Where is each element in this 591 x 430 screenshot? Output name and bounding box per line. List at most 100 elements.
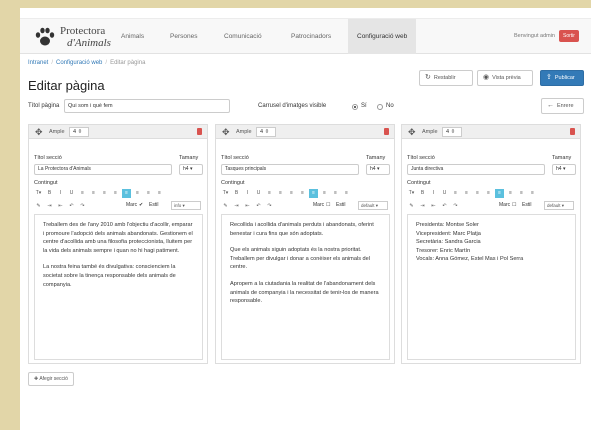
toolbar-button[interactable]: ≡ [528,189,537,198]
logout-button[interactable]: Sortir [559,30,579,42]
toolbar-button[interactable]: ⇤ [429,202,438,211]
toolbar-button[interactable]: B [418,189,427,198]
toolbar-button[interactable]: ≡ [265,189,274,198]
toolbar-button[interactable]: B [45,189,54,198]
content-editor[interactable]: Treballem des de l'any 2010 amb l'object… [34,214,203,360]
size-select[interactable]: h4 ▾ [552,164,576,175]
toolbar-button[interactable]: ≡ [287,189,296,198]
toolbar-button[interactable]: ≡ [462,189,471,198]
eye-icon: ◉ [483,74,490,81]
add-section-button[interactable]: ✚ Afegir secció [28,372,74,386]
toolbar-button[interactable]: ⇤ [243,202,252,211]
toolbar-button[interactable]: ⇥ [232,202,241,211]
toolbar-button[interactable]: ≡ [155,189,164,198]
restore-button[interactable]: ↻ Restablir [419,70,473,86]
toolbar-button[interactable]: T▾ [34,189,43,198]
carousel-yes-radio[interactable] [352,104,358,110]
publish-button[interactable]: ⇪ Publicar [540,70,584,86]
toolbar-button[interactable]: I [429,189,438,198]
toolbar-button[interactable]: ≡ [484,189,493,198]
carousel-no-radio[interactable] [377,104,383,110]
content-editor[interactable]: Recollida i acollida d'animals perduts i… [221,214,390,360]
toolbar-button[interactable]: ≡ [517,189,526,198]
toolbar-button[interactable]: ≡ [100,189,109,198]
toolbar-button[interactable]: ≡ [506,189,515,198]
nav-item-persones[interactable]: Persones [161,19,206,54]
toolbar-button[interactable]: ≡ [495,189,504,198]
toolbar-button[interactable]: ↶ [67,202,76,211]
toolbar-button[interactable]: U [254,189,263,198]
browser-window: Protectora d'Animals Animals Persones Co… [20,8,591,430]
toolbar-button[interactable]: ≡ [320,189,329,198]
style-select[interactable]: default ▾ [358,201,388,210]
toolbar-button[interactable]: ✎ [221,202,230,211]
preview-button[interactable]: ◉ Vista prèvia [477,70,533,86]
toolbar-button[interactable]: ↶ [440,202,449,211]
toolbar-button[interactable]: ✎ [34,202,43,211]
nav-item-comunicacio[interactable]: Comunicació [215,19,271,54]
section-title-input[interactable]: La Protectora d'Animals [34,164,172,175]
toolbar-button[interactable]: ⇥ [45,202,54,211]
move-handle-icon[interactable]: ✥ [35,127,43,137]
breadcrumb-configuracio-web[interactable]: Configuració web [56,60,102,66]
trash-icon[interactable] [197,128,202,135]
content-editor[interactable]: Presidenta: Montse Soler Vicepresident: … [407,214,576,360]
width-select[interactable]: 4 ⇳ [442,127,462,137]
style-label: Estil [149,202,159,208]
toolbar-button[interactable]: ≡ [133,189,142,198]
toolbar-button[interactable]: ≡ [276,189,285,198]
toolbar-button[interactable]: ≡ [342,189,351,198]
toolbar-button[interactable]: ≡ [473,189,482,198]
toolbar-button[interactable]: ≡ [331,189,340,198]
section-title-input[interactable]: Tasques principals [221,164,359,175]
toolbar-button[interactable]: I [243,189,252,198]
toolbar-button[interactable]: ↷ [265,202,274,211]
width-select[interactable]: 4 ⇳ [256,127,276,137]
width-select[interactable]: 4 ⇳ [69,127,89,137]
toolbar-button[interactable]: ⇥ [418,202,427,211]
toolbar-button[interactable]: ↷ [78,202,87,211]
nav-item-animals[interactable]: Animals [112,19,153,54]
toolbar-button[interactable]: ⇤ [56,202,65,211]
width-label: Ample [49,129,65,135]
trash-icon[interactable] [570,128,575,135]
size-select[interactable]: h4 ▾ [179,164,203,175]
nav-item-patrocinadors[interactable]: Patrocinadors [282,19,340,54]
page-title-input[interactable]: Qui som i què fem [64,99,230,113]
welcome-text: Benvingut admin [514,33,555,39]
move-handle-icon[interactable]: ✥ [408,127,416,137]
width-label: Ample [422,129,438,135]
toolbar-button[interactable]: T▾ [221,189,230,198]
toolbar-button[interactable]: ≡ [89,189,98,198]
toolbar-button[interactable]: ↶ [254,202,263,211]
border-checkbox[interactable]: ☐ [512,202,516,208]
border-checkbox[interactable]: ☐ [326,202,330,208]
trash-icon[interactable] [384,128,389,135]
toolbar-button[interactable]: ✎ [407,202,416,211]
logo[interactable]: Protectora d'Animals [34,24,114,52]
border-checkbox[interactable]: ✔ [139,202,143,208]
back-button[interactable]: ← Enrere [541,98,584,114]
style-select[interactable]: default ▾ [544,201,574,210]
toolbar-button[interactable]: ≡ [111,189,120,198]
section-title-input[interactable]: Junta directiva [407,164,545,175]
toolbar-button[interactable]: U [440,189,449,198]
section-title-label: Títol secció [221,155,249,161]
toolbar-button[interactable]: ≡ [298,189,307,198]
nav-item-configuracio-web[interactable]: Configuració web [348,19,417,54]
toolbar-button[interactable]: ≡ [451,189,460,198]
toolbar-button[interactable]: ≡ [144,189,153,198]
toolbar-button[interactable]: ≡ [122,189,131,198]
toolbar-button[interactable]: ≡ [309,189,318,198]
toolbar-button[interactable]: ≡ [78,189,87,198]
toolbar-button[interactable]: I [56,189,65,198]
content-paragraph: Apropem a la ciutadania la realitat de l… [230,280,379,305]
size-select[interactable]: h4 ▾ [366,164,390,175]
toolbar-button[interactable]: B [232,189,241,198]
toolbar-button[interactable]: ↷ [451,202,460,211]
toolbar-button[interactable]: U [67,189,76,198]
move-handle-icon[interactable]: ✥ [222,127,230,137]
breadcrumb-intranet[interactable]: Intranet [28,60,48,66]
style-select[interactable]: info ▾ [171,201,201,210]
toolbar-button[interactable]: T▾ [407,189,416,198]
